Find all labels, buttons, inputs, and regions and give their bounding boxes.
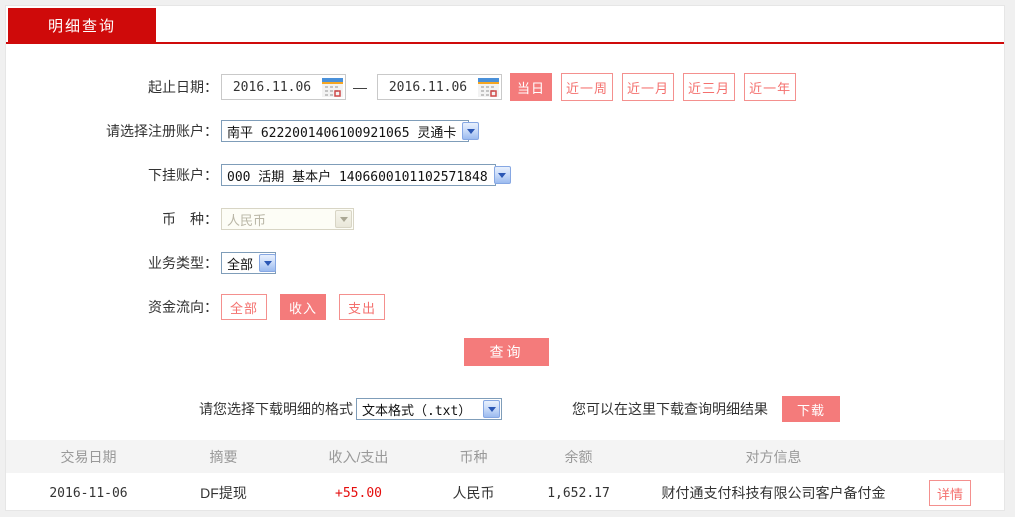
- table-row: 2016-11-06 DF提现 +55.00 人民币 1,652.17 财付通支…: [6, 473, 1004, 510]
- chevron-down-icon: [493, 166, 511, 184]
- register-account-label: 请选择注册账户：: [106, 123, 218, 139]
- linked-account-label: 下挂账户：: [148, 167, 218, 183]
- header-summary: 摘要: [209, 448, 238, 465]
- chevron-down-icon: [259, 254, 277, 272]
- calendar-icon[interactable]: [478, 77, 499, 97]
- date-separator: —: [353, 79, 367, 95]
- currency-value: 人民币: [227, 213, 267, 229]
- header-counterparty: 对方信息: [745, 448, 802, 465]
- business-type-row: 业务类型： 全部: [6, 250, 1004, 276]
- chevron-down-icon: [335, 210, 352, 228]
- quick-range-month-button[interactable]: 近一月: [622, 73, 675, 101]
- linked-account-select[interactable]: 000 活期 基本户 1406600101102571848: [221, 164, 511, 186]
- cell-balance: 1,652.17: [547, 485, 610, 501]
- date-range-row: 起止日期： 2016.11.06 — 2016.11.06 当日 近一周 近一月…: [6, 73, 1004, 101]
- quick-range-year-button[interactable]: 近一年: [744, 73, 797, 101]
- download-row: 请您选择下载明细的格式 文本格式（.txt） 您可以在这里下载查询明细结果 下载: [6, 396, 1004, 422]
- cell-actions: 详情: [896, 480, 1004, 506]
- fund-direction-expense-button[interactable]: 支出: [339, 294, 385, 320]
- table-header-row: 交易日期 摘要 收入/支出 币种 余额 对方信息: [6, 440, 1004, 473]
- business-type-label: 业务类型：: [148, 255, 218, 271]
- download-format-select[interactable]: 文本格式（.txt）: [356, 398, 502, 420]
- cell-amount: +55.00: [335, 485, 382, 501]
- cell-counterparty: 财付通支付科技有限公司客户备付金: [661, 485, 886, 501]
- chevron-down-icon: [483, 400, 500, 418]
- tab-detail-query[interactable]: 明细查询: [8, 8, 156, 42]
- cell-currency: 人民币: [452, 485, 495, 501]
- calendar-icon[interactable]: [322, 77, 343, 97]
- register-account-value: 南平 6222001406100921065 灵通卡: [227, 125, 457, 141]
- quick-range-today-button[interactable]: 当日: [510, 73, 553, 101]
- register-account-select[interactable]: 南平 6222001406100921065 灵通卡: [221, 120, 480, 142]
- result-table: 交易日期 摘要 收入/支出 币种 余额 对方信息 2016-11-06 DF提现…: [6, 440, 1004, 510]
- linked-account-row: 下挂账户： 000 活期 基本户 1406600101102571848: [6, 162, 1004, 188]
- download-format-label: 请您选择下载明细的格式: [199, 401, 353, 417]
- end-date-value: 2016.11.06: [388, 79, 468, 95]
- header-trade-date: 交易日期: [60, 448, 117, 465]
- register-account-row: 请选择注册账户： 南平 6222001406100921065 灵通卡: [6, 118, 1004, 144]
- business-type-value: 全部: [227, 257, 254, 273]
- fund-direction-income-button[interactable]: 收入: [280, 294, 326, 320]
- currency-row: 币 种： 人民币: [6, 206, 1004, 232]
- query-button[interactable]: 查询: [464, 338, 549, 366]
- end-date-input[interactable]: 2016.11.06: [377, 74, 502, 100]
- cell-summary: DF提现: [200, 485, 247, 501]
- tab-label: 明细查询: [47, 17, 116, 35]
- header-income-expense: 收入/支出: [328, 448, 389, 465]
- header-balance: 余额: [564, 448, 593, 465]
- fund-direction-label: 资金流向：: [148, 299, 218, 315]
- start-date-input[interactable]: 2016.11.06: [221, 74, 346, 100]
- download-button[interactable]: 下载: [782, 396, 840, 422]
- start-date-value: 2016.11.06: [232, 79, 312, 95]
- detail-button[interactable]: 详情: [929, 480, 971, 506]
- currency-label: 币 种：: [162, 211, 218, 227]
- date-range-label: 起止日期：: [148, 79, 218, 95]
- quick-range-quarter-button[interactable]: 近三月: [683, 73, 736, 101]
- business-type-select[interactable]: 全部: [221, 252, 277, 274]
- chevron-down-icon: [462, 122, 480, 140]
- fund-direction-all-button[interactable]: 全部: [221, 294, 267, 320]
- query-form: 起止日期： 2016.11.06 — 2016.11.06 当日 近一周 近一月…: [6, 73, 1004, 366]
- header-currency: 币种: [459, 448, 488, 465]
- linked-account-value: 000 活期 基本户 1406600101102571848: [227, 169, 488, 185]
- fund-direction-row: 资金流向： 全部 收入 支出: [6, 294, 1004, 320]
- tab-underline: [6, 42, 1004, 44]
- currency-select: 人民币: [221, 208, 354, 230]
- cell-trade-date: 2016-11-06: [49, 485, 128, 501]
- download-hint: 您可以在这里下载查询明细结果: [572, 401, 768, 417]
- detail-query-panel: 明细查询 起止日期： 2016.11.06 — 2016.11.06 当日 近一…: [5, 5, 1005, 511]
- download-format-value: 文本格式（.txt）: [362, 403, 472, 419]
- quick-range-week-button[interactable]: 近一周: [561, 73, 614, 101]
